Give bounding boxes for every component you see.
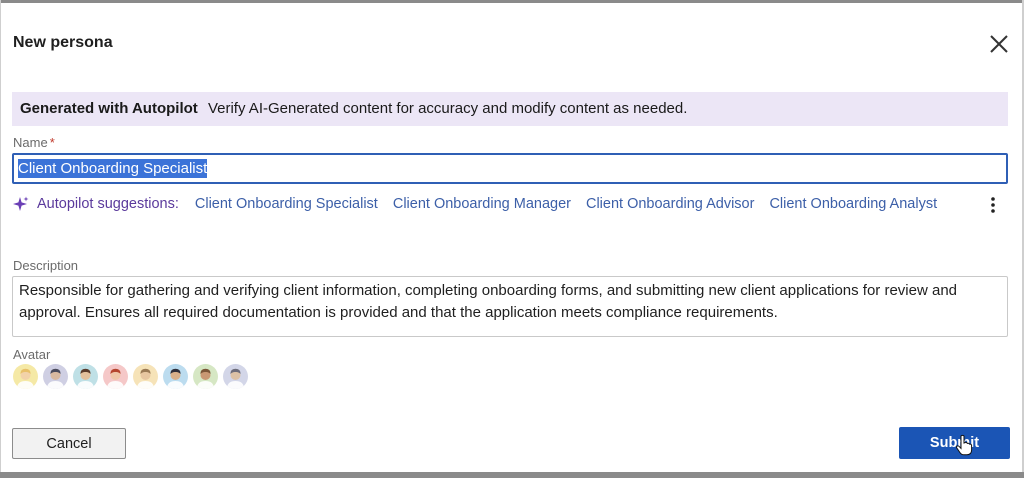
person-avatar-icon (13, 364, 38, 389)
person-avatar-icon (133, 364, 158, 389)
avatar-picker (13, 364, 248, 389)
suggestion-chip[interactable]: Client Onboarding Advisor (586, 196, 754, 212)
avatar-option[interactable] (43, 364, 68, 389)
submit-button[interactable]: Submit (899, 427, 1010, 459)
more-options-button[interactable] (984, 194, 1002, 216)
name-label: Name * (13, 135, 55, 150)
window-top-border (0, 0, 1024, 3)
close-button[interactable] (986, 31, 1012, 57)
suggestion-chip[interactable]: Client Onboarding Manager (393, 196, 571, 212)
description-label: Description (13, 258, 79, 273)
name-input[interactable]: Client Onboarding Specialist (12, 153, 1008, 184)
avatar-option[interactable] (223, 364, 248, 389)
avatar-option[interactable] (73, 364, 98, 389)
suggestion-chip[interactable]: Client Onboarding Analyst (769, 196, 937, 212)
suggestions-label: Autopilot suggestions: (37, 196, 179, 212)
suggestion-chip[interactable]: Client Onboarding Specialist (195, 196, 378, 212)
name-input-value: Client Onboarding Specialist (18, 159, 208, 178)
avatar-option[interactable] (133, 364, 158, 389)
person-avatar-icon (223, 364, 248, 389)
avatar-option[interactable] (163, 364, 188, 389)
person-avatar-icon (43, 364, 68, 389)
close-icon (990, 35, 1008, 53)
avatar-label: Avatar (13, 347, 51, 362)
banner-title: Generated with Autopilot (20, 100, 198, 117)
window-bottom-border (0, 472, 1024, 478)
dialog-title: New persona (13, 34, 113, 51)
person-avatar-icon (193, 364, 218, 389)
window-left-border (0, 0, 1, 478)
avatar-option[interactable] (103, 364, 128, 389)
avatar-option[interactable] (193, 364, 218, 389)
required-mark: * (49, 135, 55, 150)
banner-text: Verify AI-Generated content for accuracy… (207, 100, 688, 117)
autopilot-suggestions: Autopilot suggestions: Client Onboarding… (13, 194, 952, 214)
cancel-button[interactable]: Cancel (12, 428, 126, 459)
avatar-option[interactable] (13, 364, 38, 389)
person-avatar-icon (103, 364, 128, 389)
kebab-menu-icon (991, 197, 995, 213)
person-avatar-icon (73, 364, 98, 389)
autopilot-banner: Generated with Autopilot Verify AI-Gener… (12, 92, 1008, 126)
sparkle-icon (13, 196, 29, 211)
description-textarea[interactable]: Responsible for gathering and verifying … (12, 276, 1008, 337)
person-avatar-icon (163, 364, 188, 389)
